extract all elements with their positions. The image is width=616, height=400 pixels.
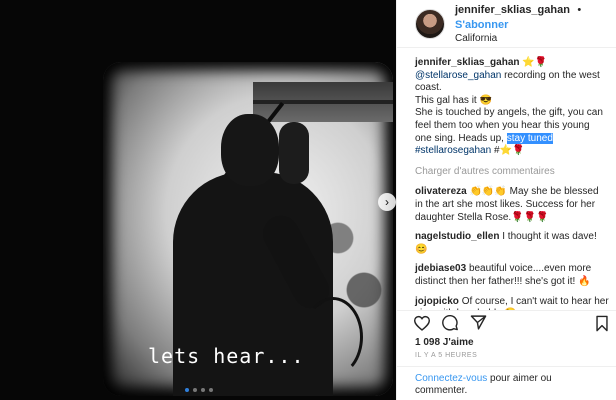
comment-username[interactable]: nagelstudio_ellen — [415, 231, 499, 242]
comments-section[interactable]: jennifer_sklias_gahan ⭐🌹 @stellarose_gah… — [397, 48, 616, 310]
comment-item: jojopicko Of course, I can't wait to hea… — [415, 296, 609, 311]
carousel-dot — [209, 388, 213, 392]
follow-button[interactable]: S'abonner — [455, 19, 508, 31]
caption-mention[interactable]: @stellarose_gahan — [415, 70, 501, 81]
carousel-next-button[interactable]: › — [378, 193, 396, 211]
post-timestamp: IL Y A 5 HEURES — [415, 352, 478, 359]
header-username[interactable]: jennifer_sklias_gahan — [455, 4, 570, 16]
comment-username[interactable]: olivatereza — [415, 186, 467, 197]
carousel-dot — [201, 388, 205, 392]
overlay-caption: lets hear... — [148, 344, 305, 368]
load-more-comments[interactable]: Charger d'autres commentaires — [415, 166, 609, 179]
microphone — [279, 122, 309, 184]
comment-username[interactable]: jojopicko — [415, 296, 459, 307]
post-sidebar: jennifer_sklias_gahan • S'abonner Califo… — [396, 0, 616, 400]
caption-hashtag[interactable]: #stellarosegahan — [415, 145, 491, 156]
post-header: jennifer_sklias_gahan • S'abonner Califo… — [397, 0, 616, 48]
mic-cable — [303, 297, 363, 377]
person-head — [221, 114, 279, 186]
comment-icon[interactable] — [441, 314, 459, 332]
location-link[interactable]: California — [455, 32, 616, 45]
caption-emoji: ⭐🌹 — [522, 57, 548, 68]
action-bar — [397, 310, 616, 334]
carousel-dot — [185, 388, 189, 392]
caption-emoji: #⭐🌹 — [491, 145, 525, 157]
post-media[interactable]: lets hear... › — [0, 0, 396, 400]
bookmark-icon[interactable] — [593, 314, 611, 332]
separator: • — [577, 4, 582, 16]
comment-username[interactable]: jdebiase03 — [415, 263, 466, 274]
selected-text: stay tuned — [506, 132, 553, 144]
caption-text: This gal has it 😎 — [415, 94, 492, 106]
likes-count[interactable]: 1 098 J'aime — [415, 337, 474, 348]
comment-item: jdebiase03 beautiful voice....even more … — [415, 263, 609, 288]
comment-item: nagelstudio_ellen I thought it was dave!… — [415, 231, 609, 256]
login-link[interactable]: Connectez-vous — [415, 373, 487, 384]
login-prompt: Connectez-vous pour aimer ou commenter. — [397, 366, 616, 400]
carousel-dot — [193, 388, 197, 392]
avatar[interactable] — [415, 8, 445, 39]
share-icon[interactable] — [469, 314, 487, 332]
post-caption: jennifer_sklias_gahan ⭐🌹 @stellarose_gah… — [415, 57, 609, 158]
heart-icon[interactable] — [413, 314, 431, 332]
comment-item: olivatereza 👏👏👏 May she be blessed in th… — [415, 186, 609, 224]
carousel-indicator — [185, 388, 213, 392]
caption-username[interactable]: jennifer_sklias_gahan — [415, 57, 520, 68]
chevron-right-icon: › — [385, 195, 389, 209]
